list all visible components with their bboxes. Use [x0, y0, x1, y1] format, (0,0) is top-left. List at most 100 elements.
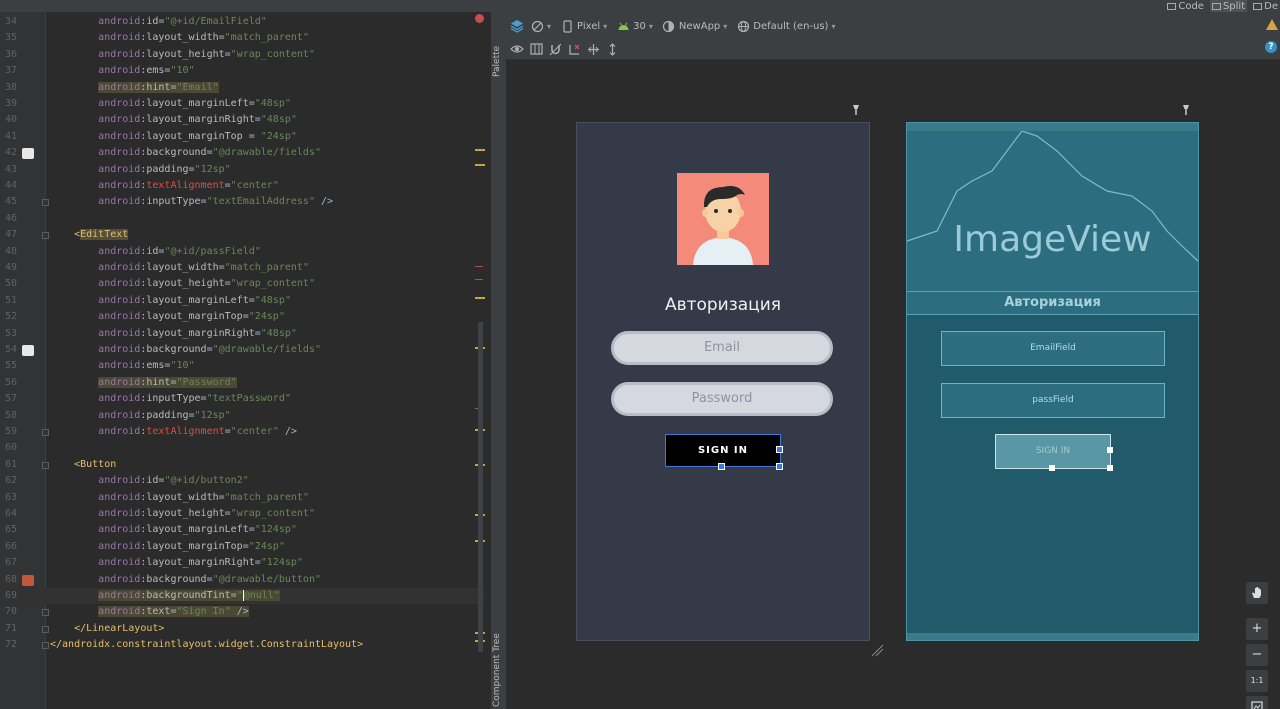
code-line[interactable]: 56 android:hint="Password"	[0, 375, 484, 391]
vertical-resize-icon[interactable]	[605, 42, 619, 56]
blueprint-sign-in-button[interactable]: SIGN IN	[995, 434, 1111, 469]
color-swatch-icon[interactable]	[22, 574, 34, 586]
api-level-menu[interactable]: 30 ▾	[616, 19, 653, 33]
code-line[interactable]: 37 android:ems="10"	[0, 63, 484, 79]
code-line[interactable]: 47 <EditText	[0, 227, 484, 243]
fold-marker-icon[interactable]	[42, 625, 49, 633]
code-line[interactable]: 52 android:layout_marginTop="24sp"	[0, 309, 484, 325]
blueprint-preview[interactable]: ImageView Авторизация EmailField passFie…	[906, 122, 1199, 641]
magnet-off-icon[interactable]	[548, 42, 562, 56]
code-line[interactable]: 50 android:layout_height="wrap_content"	[0, 276, 484, 292]
code-line[interactable]: 68 android:background="@drawable/button"	[0, 572, 484, 588]
fold-marker-icon[interactable]	[42, 429, 49, 436]
resize-handle[interactable]	[1107, 447, 1113, 453]
code-line[interactable]: 54 android:background="@drawable/fields"	[0, 342, 484, 358]
error-stripe[interactable]	[475, 266, 483, 267]
component-tree-tab[interactable]: Component Tree	[492, 622, 502, 707]
pin-icon[interactable]	[1182, 104, 1190, 119]
error-stripe[interactable]	[475, 279, 483, 280]
clear-constraints-icon[interactable]	[567, 42, 581, 56]
code-line[interactable]: 69 android:backgroundTint="@null"	[0, 588, 484, 604]
code-line[interactable]: 70 android:text="Sign In" />	[0, 604, 484, 620]
blueprint-pass-field[interactable]: passField	[941, 383, 1165, 418]
warning-icon[interactable]	[1266, 19, 1278, 30]
orientation-menu[interactable]: ▾	[530, 19, 551, 33]
code-line[interactable]: 40 android:layout_marginRight="48sp"	[0, 112, 484, 128]
fold-marker-icon[interactable]	[42, 461, 49, 469]
design-surface[interactable]: ▾ Pixel ▾ 30 ▾ NewApp ▾ Default (en-us) …	[506, 12, 1280, 709]
code-line[interactable]: 72 </androidx.constraintlayout.widget.Con…	[0, 637, 484, 653]
eye-icon[interactable]	[510, 42, 524, 56]
resize-handle[interactable]	[776, 463, 783, 470]
password-field[interactable]: Password	[611, 382, 833, 416]
code-line[interactable]: 63 android:layout_width="match_parent"	[0, 490, 484, 506]
code-line[interactable]: 53 android:layout_marginRight="48sp"	[0, 326, 484, 342]
actual-size-button[interactable]: 1:1	[1246, 670, 1268, 692]
resize-handle[interactable]	[718, 463, 725, 470]
code-line[interactable]: 67 android:layout_marginRight="124sp"	[0, 555, 484, 571]
code-line[interactable]: 34 android:id="@+id/EmailField"	[0, 14, 484, 30]
code-line[interactable]: 44 android:textAlignment="center"	[0, 178, 484, 194]
code-line[interactable]: 58 android:padding="12sp"	[0, 408, 484, 424]
code-line[interactable]: 59 android:textAlignment="center" />	[0, 424, 484, 440]
email-field[interactable]: Email	[611, 331, 833, 365]
code-line[interactable]: 62 android:id="@+id/button2"	[0, 473, 484, 489]
view-mode-code[interactable]: Code	[1165, 0, 1206, 12]
code-line[interactable]: 57 android:inputType="textPassword"	[0, 391, 484, 407]
blueprint-mode-icon[interactable]	[529, 42, 543, 56]
pan-hand-icon[interactable]	[1246, 582, 1268, 604]
code-line[interactable]: 55 android:ems="10"	[0, 358, 484, 374]
code-line[interactable]: 45 android:inputType="textEmailAddress" …	[0, 194, 484, 210]
code-line[interactable]: 51 android:layout_marginLeft="48sp"	[0, 293, 484, 309]
warning-stripe[interactable]	[475, 164, 485, 166]
code-line[interactable]: 49 android:layout_width="match_parent"	[0, 260, 484, 276]
code-line[interactable]: 64 android:layout_height="wrap_content"	[0, 506, 484, 522]
code-line[interactable]: 71 </LinearLayout>	[0, 621, 484, 637]
zoom-in-button[interactable]: +	[1246, 618, 1268, 640]
code-line[interactable]: 39 android:layout_marginLeft="48sp"	[0, 96, 484, 112]
code-line[interactable]: 66 android:layout_marginTop="24sp"	[0, 539, 484, 555]
code-line[interactable]: 35 android:layout_width="match_parent"	[0, 30, 484, 46]
code-line[interactable]: 46	[0, 211, 484, 227]
zoom-out-button[interactable]: −	[1246, 644, 1268, 666]
phone-preview[interactable]: Авторизация Email Password SIGN IN	[576, 122, 870, 641]
color-swatch-icon[interactable]	[22, 345, 34, 356]
code-line[interactable]: 48 android:id="@+id/passField"	[0, 244, 484, 260]
color-swatch-icon[interactable]	[22, 148, 34, 160]
code-line[interactable]: 38 android:hint="Email"	[0, 80, 484, 96]
locale-menu[interactable]: Default (en-us) ▾	[736, 19, 835, 33]
layers-icon[interactable]	[510, 19, 524, 33]
blueprint-imageview[interactable]: ImageView	[907, 131, 1198, 291]
code-line[interactable]: 41 android:layout_marginTop = "24sp"	[0, 129, 484, 145]
palette-tab[interactable]: Palette	[492, 22, 502, 77]
code-editor[interactable]: 34 android:id="@+id/EmailField" 35 androi…	[0, 12, 490, 709]
code-line[interactable]: 36 android:layout_height="wrap_content"	[0, 47, 484, 63]
fold-marker-icon[interactable]	[42, 609, 49, 617]
zoom-to-fit-icon[interactable]	[1246, 696, 1268, 709]
code-line[interactable]: 61 <Button	[0, 457, 484, 473]
blueprint-title[interactable]: Авторизация	[907, 291, 1198, 315]
resize-handle[interactable]	[776, 446, 783, 453]
help-icon[interactable]: ?	[1265, 41, 1277, 53]
code-line[interactable]: 42 android:background="@drawable/fields"	[0, 145, 484, 161]
pin-icon[interactable]	[852, 104, 860, 119]
view-mode-design[interactable]: De	[1251, 0, 1280, 12]
pack-icon[interactable]	[586, 42, 600, 56]
blueprint-email-field[interactable]: EmailField	[941, 331, 1165, 366]
device-menu[interactable]: Pixel ▾	[560, 19, 607, 33]
editor-scroll-thumb[interactable]	[478, 322, 483, 652]
fold-marker-icon[interactable]	[42, 642, 49, 650]
code-line[interactable]: 60	[0, 440, 484, 456]
fold-marker-icon[interactable]	[42, 199, 49, 207]
fold-marker-icon[interactable]	[42, 232, 49, 240]
theme-menu[interactable]: NewApp ▾	[662, 19, 727, 33]
avatar-image[interactable]	[677, 173, 769, 265]
code-line[interactable]: 65 android:layout_marginLeft="124sp"	[0, 522, 484, 538]
resize-handle[interactable]	[1107, 465, 1113, 471]
warning-stripe[interactable]	[475, 297, 485, 299]
code-line[interactable]: 43 android:padding="12sp"	[0, 162, 484, 178]
resize-corner-icon[interactable]	[870, 642, 884, 661]
warning-stripe[interactable]	[475, 149, 485, 151]
view-mode-split[interactable]: Split	[1209, 0, 1248, 12]
resize-handle[interactable]	[1049, 465, 1055, 471]
